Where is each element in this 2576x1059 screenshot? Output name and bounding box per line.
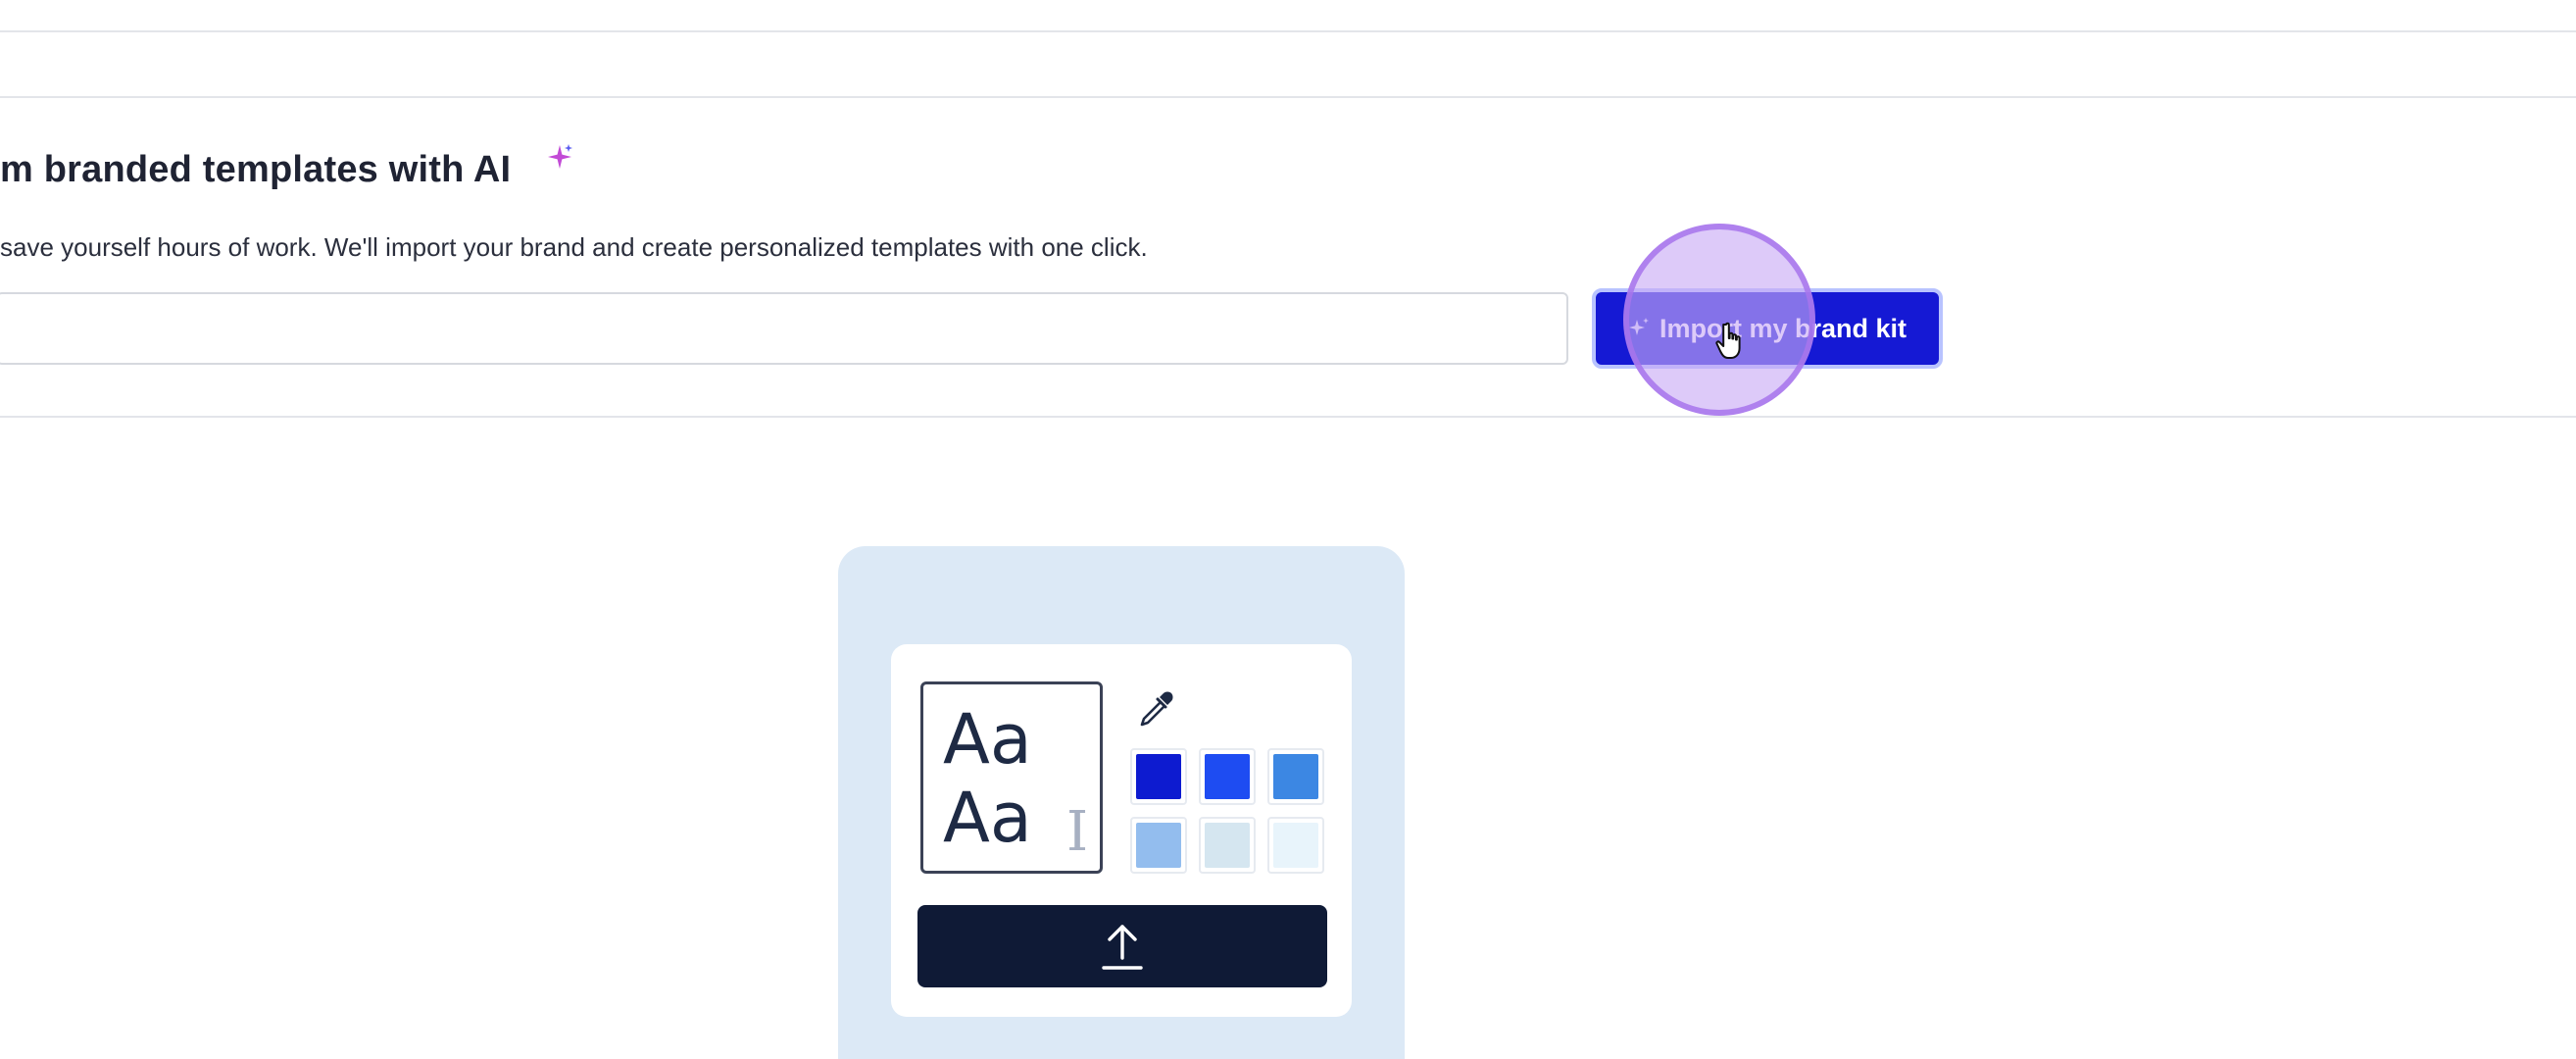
ai-sparkle-icon — [548, 144, 572, 169]
divider-section-bottom — [0, 416, 2576, 418]
swatch-fill — [1205, 754, 1250, 799]
typography-sample: Aa Aa I — [920, 681, 1103, 874]
swatch-fill — [1273, 754, 1318, 799]
text-cursor-icon: I — [1066, 800, 1089, 864]
eyedropper-icon — [1140, 691, 1173, 727]
illustration-card: Aa Aa I — [891, 644, 1352, 1017]
sparkle-icon — [1628, 318, 1649, 335]
color-swatch — [1267, 748, 1324, 805]
color-swatch — [1267, 817, 1324, 874]
divider-top — [0, 30, 2576, 32]
brand-kit-illustration: Aa Aa I — [838, 546, 1405, 1059]
section-title: m branded templates with AI — [0, 149, 512, 190]
divider-section-top — [0, 96, 2576, 98]
color-swatch — [1130, 817, 1187, 874]
brand-kit-page: m branded templates with AI save yoursel… — [0, 0, 2576, 1059]
color-swatch — [1199, 748, 1256, 805]
color-swatch — [1130, 748, 1187, 805]
upload-bar — [917, 905, 1327, 987]
import-button-label: Import my brand kit — [1659, 313, 1907, 343]
swatch-fill — [1205, 823, 1250, 868]
swatch-fill — [1273, 823, 1318, 868]
website-url-input[interactable] — [0, 292, 1568, 365]
section-description: save yourself hours of work. We'll impor… — [0, 232, 1148, 262]
swatch-fill — [1136, 754, 1181, 799]
import-brand-kit-button[interactable]: Import my brand kit — [1592, 288, 1943, 369]
upload-arrow-icon — [1102, 925, 1143, 970]
color-swatch — [1199, 817, 1256, 874]
type-sample-line2: Aa — [943, 778, 1032, 858]
type-sample-line1: Aa — [943, 699, 1032, 780]
swatch-fill — [1136, 823, 1181, 868]
